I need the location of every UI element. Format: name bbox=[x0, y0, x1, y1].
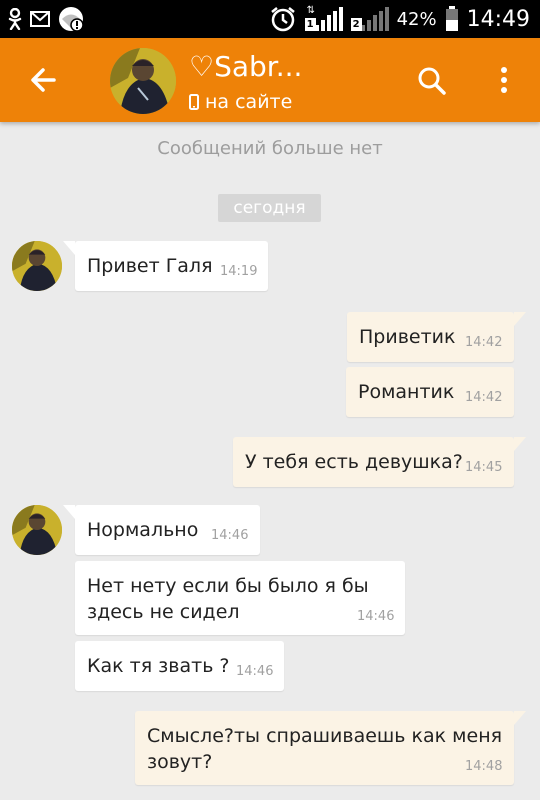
arrow-back-icon bbox=[31, 68, 56, 92]
mobile-phone-icon bbox=[189, 94, 199, 110]
message-bubble-outgoing[interactable]: У тебя есть девушка? 14:45 bbox=[233, 437, 526, 487]
message-bubble-incoming[interactable]: Привет Галя 14:19 bbox=[63, 241, 268, 291]
contact-name[interactable]: ♡Sabr... bbox=[189, 50, 302, 84]
more-options-button[interactable] bbox=[490, 60, 518, 100]
message-text: Смысле?ты спрашиваешь как меня зовут? bbox=[147, 725, 503, 773]
mail-icon bbox=[30, 11, 50, 27]
message-time: 14:46 bbox=[236, 664, 274, 679]
sender-avatar[interactable] bbox=[12, 241, 62, 291]
message-bubble-incoming[interactable]: Нормально 14:46 bbox=[63, 505, 260, 555]
online-status: на сайте bbox=[189, 90, 292, 114]
sender-avatar[interactable] bbox=[12, 505, 62, 555]
message-time: 14:46 bbox=[357, 609, 395, 624]
online-status-label: на сайте bbox=[205, 91, 293, 113]
signal-icon: ⇅ 1 bbox=[304, 5, 343, 31]
message-text: У тебя есть девушка? bbox=[245, 451, 463, 473]
message-time: 14:46 bbox=[211, 528, 249, 543]
more-vertical-icon bbox=[501, 67, 507, 93]
message-text: Нормально bbox=[87, 519, 199, 541]
battery-icon bbox=[445, 6, 459, 32]
back-button[interactable] bbox=[26, 60, 62, 100]
contact-avatar[interactable] bbox=[110, 48, 176, 114]
clock: 14:49 bbox=[466, 6, 530, 32]
message-text: Привет Галя bbox=[87, 255, 213, 277]
message-time: 14:42 bbox=[465, 390, 503, 405]
date-divider: сегодня bbox=[218, 194, 321, 222]
message-time: 14:48 bbox=[465, 759, 503, 774]
message-text: Нет нету если бы было я бы здесь не сиде… bbox=[87, 575, 369, 623]
alarm-icon bbox=[269, 5, 297, 33]
message-bubble-outgoing[interactable]: Романтик 14:42 bbox=[346, 367, 514, 417]
message-text: Как тя звать ? bbox=[87, 655, 230, 677]
wifi-warning-icon bbox=[58, 6, 84, 32]
message-bubble-outgoing[interactable]: Смысле?ты спрашиваешь как меня зовут? 14… bbox=[135, 711, 526, 785]
battery-percent: 42% bbox=[396, 8, 437, 30]
message-text: Романтик bbox=[358, 381, 455, 403]
signal-icon: 2 bbox=[350, 7, 389, 31]
message-text: Приветик bbox=[359, 326, 456, 348]
message-time: 14:19 bbox=[220, 264, 258, 279]
message-time: 14:42 bbox=[465, 335, 503, 350]
odnoklassniki-icon bbox=[8, 8, 22, 30]
no-more-messages-label: Сообщений больше нет bbox=[157, 138, 383, 159]
message-bubble-incoming[interactable]: Нет нету если бы было я бы здесь не сиде… bbox=[75, 561, 405, 635]
message-bubble-outgoing[interactable]: Приветик 14:42 bbox=[347, 312, 526, 362]
status-bar: ⇅ 1 2 42% 14:49 bbox=[0, 0, 540, 38]
message-time: 14:45 bbox=[465, 460, 503, 475]
search-button[interactable] bbox=[414, 60, 450, 100]
message-bubble-incoming[interactable]: Как тя звать ? 14:46 bbox=[75, 641, 284, 691]
search-icon bbox=[418, 67, 446, 95]
chat-header: ♡Sabr... на сайте bbox=[0, 38, 540, 122]
